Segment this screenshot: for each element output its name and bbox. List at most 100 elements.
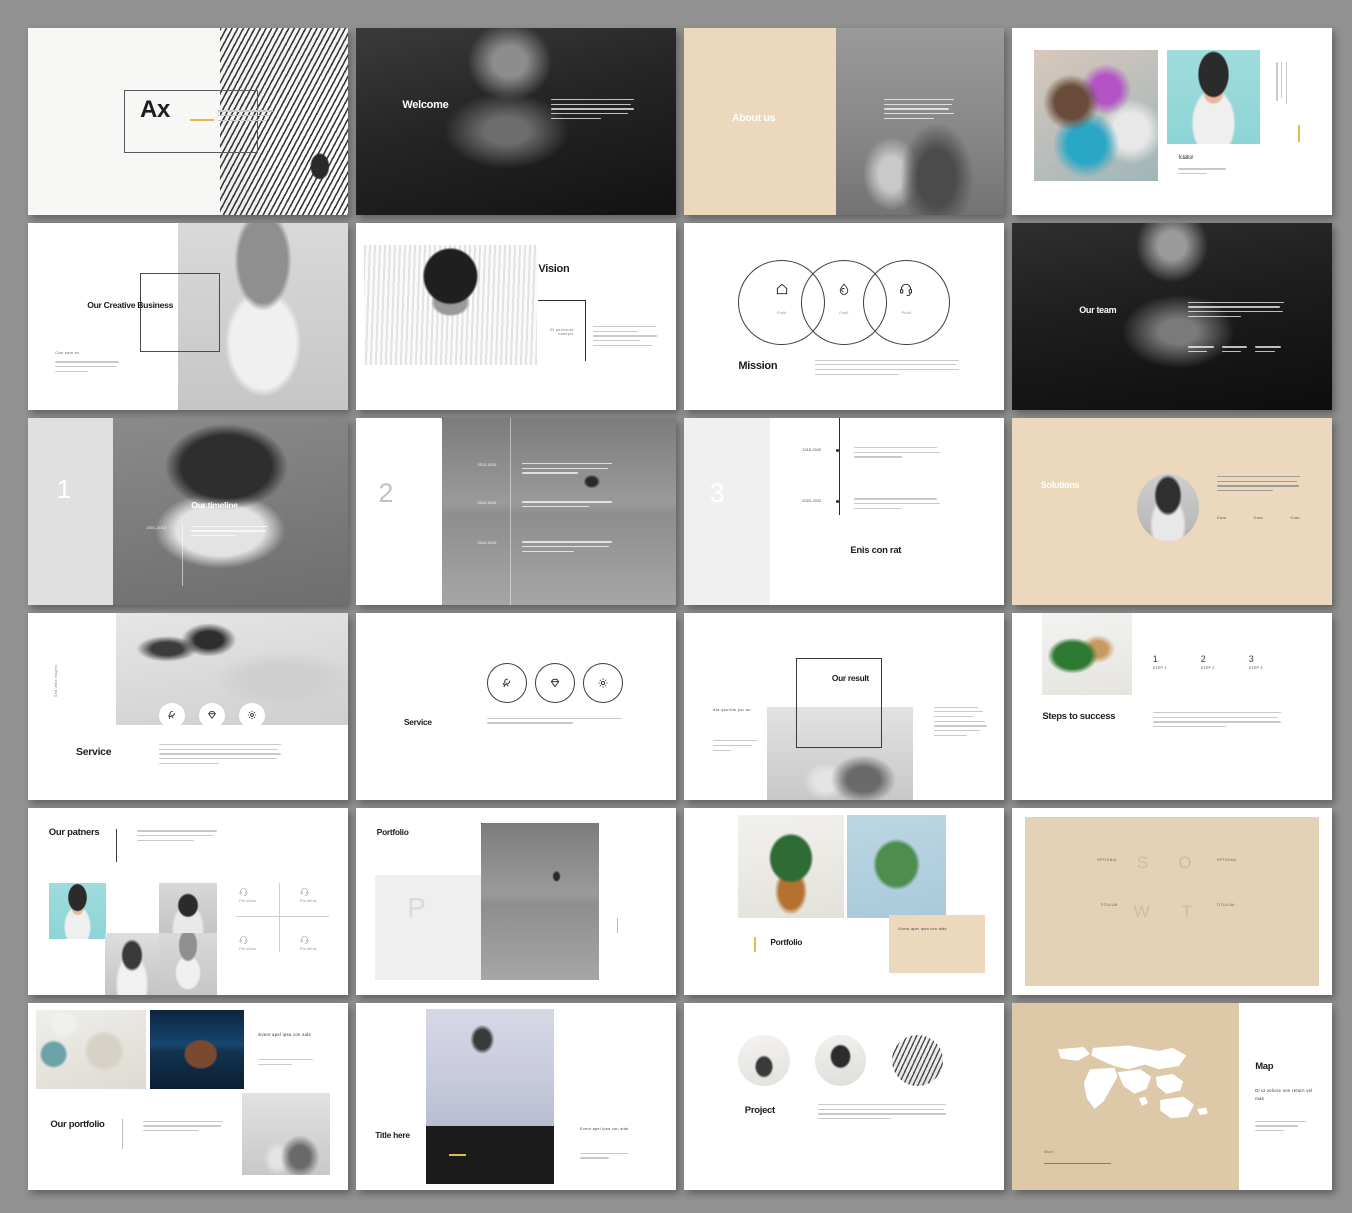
slide-cell[interactable]: Solutions Cum Cum Cum <box>1012 418 1340 613</box>
step-number: 2 <box>1201 654 1246 664</box>
diamond-icon <box>207 710 217 720</box>
slide-cell[interactable]: Miunt Map Di ut voliore non return vel m… <box>1012 1003 1340 1198</box>
result-right-text <box>934 707 988 740</box>
slide-mission[interactable]: Pudit Pudit Pudit Mission <box>684 223 1004 410</box>
timeline-divider <box>182 523 183 587</box>
slide-cell[interactable]: Title here Event apel ipsa con aide <box>356 1003 684 1198</box>
number-panel <box>28 418 113 605</box>
title-divider <box>116 829 117 863</box>
slide-cell[interactable]: Our Creative Business Cae sam ex <box>28 223 356 418</box>
slide-timeline-3[interactable]: 3 2018-2020 2020-2022 Enis con rat <box>684 418 1004 605</box>
slide-cell[interactable]: 3 2018-2020 2020-2022 Enis con rat <box>684 418 1012 613</box>
vision-photo <box>364 245 537 365</box>
slide-steps[interactable]: 1 STEP 1 2 STEP 2 3 STEP 3 Steps to succ… <box>1012 613 1332 800</box>
iciatur-body-text <box>1178 168 1226 177</box>
accent-bar <box>1298 125 1300 142</box>
slide-cell[interactable]: 2 2013-2015 2014-2016 2015-2018 <box>356 418 684 613</box>
slide-welcome[interactable]: Welcome <box>356 28 676 215</box>
slide-cell[interactable]: Pudit Pudit Pudit Mission <box>684 223 1012 418</box>
slide-timeline-2[interactable]: 2 2013-2015 2014-2016 2015-2018 <box>356 418 676 605</box>
slide-portfolio-p[interactable]: P Portfolio <box>356 808 676 995</box>
slide-swot[interactable]: S O W T OPTIONAL OPTIONAL TITULUM TITULU… <box>1012 808 1332 995</box>
slide-our-team[interactable]: Our team <box>1012 223 1332 410</box>
slide-cell[interactable]: Project <box>684 1003 1012 1198</box>
slide-vision[interactable]: Vision Et periorunt iumepis <box>356 223 676 410</box>
timeline-date: 2001-2012 <box>146 526 166 530</box>
slide-cell[interactable]: Service <box>356 613 684 808</box>
slide-number: 2 <box>378 480 393 507</box>
slide-about-us[interactable]: About us <box>684 28 1004 215</box>
slide-cell[interactable]: 1 STEP 1 2 STEP 2 3 STEP 3 Steps to succ… <box>1012 613 1340 808</box>
service-body-text <box>487 718 621 727</box>
icon-circle-gear[interactable] <box>583 663 623 702</box>
slide-cell[interactable]: Event apel ipsa con aide Our portfolio <box>28 1003 356 1198</box>
slide-cell[interactable]: About us <box>684 28 1012 223</box>
slide-partners[interactable]: Our patners Pto dihos Pto dihos Pto diho… <box>28 808 348 995</box>
slide-solutions[interactable]: Solutions Cum Cum Cum <box>1012 418 1332 605</box>
slide-cell[interactable]: Vision Et periorunt iumepis <box>356 223 684 418</box>
slide-cell[interactable]: Sed untis magnis Service <box>28 613 356 808</box>
slide-title: Mission <box>738 360 777 372</box>
slide-creative-business[interactable]: Our Creative Business Cae sam ex <box>28 223 348 410</box>
scale-bar <box>1044 1163 1111 1164</box>
slide-timeline-1[interactable]: 1 Our timeline 2001-2012 <box>28 418 348 605</box>
block-label: OPTIONAL <box>1066 858 1117 862</box>
partner-icon-4[interactable]: Pto dihos <box>300 935 317 951</box>
wrench-icon <box>502 678 513 689</box>
about-body-text <box>884 99 954 122</box>
step-2: 2 STEP 2 <box>1201 654 1246 670</box>
slide-project[interactable]: Project <box>684 1003 1004 1190</box>
gear-icon <box>247 710 257 720</box>
slide-cell[interactable]: Ax <box>28 28 356 223</box>
icon-circle-wrench[interactable] <box>487 663 527 702</box>
icon-label: Pto dihos <box>300 947 317 951</box>
partner-photo-3 <box>105 933 159 995</box>
slide-cell[interactable]: Our patners Pto dihos Pto dihos Pto diho… <box>28 808 356 1003</box>
slide-cell[interactable]: Our result Ata qsurtlis por au <box>684 613 1012 808</box>
world-map-icon <box>1044 1035 1220 1151</box>
solutions-col-3: Cum <box>1290 515 1319 520</box>
slide-cell[interactable]: S O W T OPTIONAL OPTIONAL TITULUM TITULU… <box>1012 808 1340 1003</box>
caption-panel <box>889 915 985 973</box>
partner-icon-1[interactable]: Pto dihos <box>239 887 256 903</box>
slide-service-icons[interactable]: Service <box>356 613 676 800</box>
slide-our-portfolio[interactable]: Event apel ipsa con aide Our portfolio <box>28 1003 348 1190</box>
slide-number: 1 <box>57 476 71 502</box>
slide-title-here[interactable]: Title here Event apel ipsa con aide <box>356 1003 676 1190</box>
icon-badge-wrench[interactable] <box>159 703 185 728</box>
slide-cell[interactable]: Welcome <box>356 28 684 223</box>
partner-icon-2[interactable]: Pto dihos <box>300 887 317 903</box>
team-col-1 <box>1188 346 1214 355</box>
slide-title: Title here <box>375 1130 426 1140</box>
slide-cell[interactable]: Our team <box>1012 223 1340 418</box>
slide-our-result[interactable]: Our result Ata qsurtlis por au <box>684 613 1004 800</box>
slide-cover-ax[interactable]: Ax <box>28 28 348 215</box>
partner-photo-2 <box>159 883 217 939</box>
slide-title: Portfolio <box>770 937 802 947</box>
slide-service-photo[interactable]: Sed untis magnis Service <box>28 613 348 800</box>
icon-badge-diamond[interactable] <box>199 703 225 728</box>
icon-circle-headset[interactable]: Pudit <box>863 260 949 345</box>
icon-label: Pto dihos <box>239 947 256 951</box>
block-label: TITULUM <box>1217 903 1268 907</box>
slide-cell[interactable]: P Portfolio <box>356 808 684 1003</box>
icon-badge-gear[interactable] <box>239 703 265 728</box>
timeline-row-text <box>522 501 612 510</box>
slide-map[interactable]: Miunt Map Di ut voliore non return vel m… <box>1012 1003 1332 1190</box>
timeline-row-text <box>854 447 940 461</box>
lamp-photo <box>426 1009 554 1127</box>
mission-body-text <box>815 360 959 379</box>
steps-body-text <box>1153 712 1281 731</box>
slide-cell[interactable]: 1 Our timeline 2001-2012 <box>28 418 356 613</box>
step-label: STEP 3 <box>1249 666 1294 670</box>
slide-iciatur[interactable]: Iciatur <box>1012 28 1332 215</box>
slide-cell[interactable]: Event apel ipsa con aide Portfolio <box>684 808 1012 1003</box>
icon-circle-diamond[interactable] <box>535 663 575 702</box>
slide-title: Map <box>1255 1061 1273 1072</box>
chair-photo <box>242 1093 330 1175</box>
partner-icon-3[interactable]: Pto dihos <box>239 935 256 951</box>
timeline-vline <box>510 418 511 605</box>
slide-cell[interactable]: Iciatur <box>1012 28 1340 223</box>
slide-portfolio-cactus[interactable]: Event apel ipsa con aide Portfolio <box>684 808 1004 995</box>
timeline-row-text <box>522 463 612 477</box>
